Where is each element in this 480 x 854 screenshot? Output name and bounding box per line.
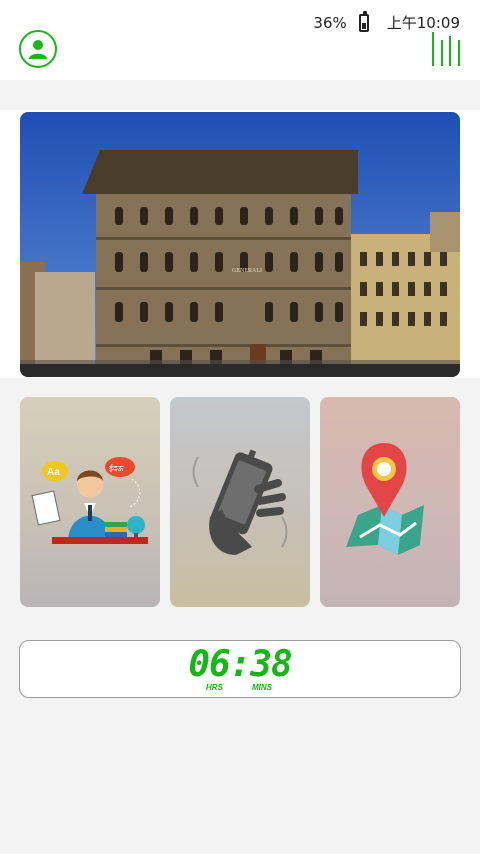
status-bar: 36% 上午10:09 xyxy=(313,10,460,33)
teacher-language-icon: Aa ईदऊ xyxy=(31,457,148,544)
svg-text:Aa: Aa xyxy=(47,467,60,478)
battery-icon xyxy=(358,10,369,32)
location-card[interactable] xyxy=(320,397,460,607)
battery-percent: 36% xyxy=(313,13,347,32)
hours-label: HRS xyxy=(206,683,223,692)
status-time: 上午10:09 xyxy=(386,14,460,32)
contact-card[interactable] xyxy=(170,397,310,607)
tutor-card[interactable]: Aa ईदऊ xyxy=(20,397,160,607)
clock-digits: 06:38 xyxy=(188,644,292,685)
top-bar: 36% 上午10:09 xyxy=(0,0,480,80)
svg-text:ईदऊ: ईदऊ xyxy=(109,463,124,473)
time-display: 06:38 HRS MINS xyxy=(19,640,461,698)
phone-in-hand-icon xyxy=(192,449,288,555)
building-sign: GENERALI xyxy=(232,268,262,274)
minutes-label: MINS xyxy=(252,683,272,692)
user-icon[interactable] xyxy=(19,30,57,68)
map-pin-icon xyxy=(346,443,424,555)
bars-icon[interactable] xyxy=(432,32,460,66)
banner-section: GENERALI xyxy=(0,110,480,378)
banner-image[interactable]: GENERALI xyxy=(20,112,460,377)
